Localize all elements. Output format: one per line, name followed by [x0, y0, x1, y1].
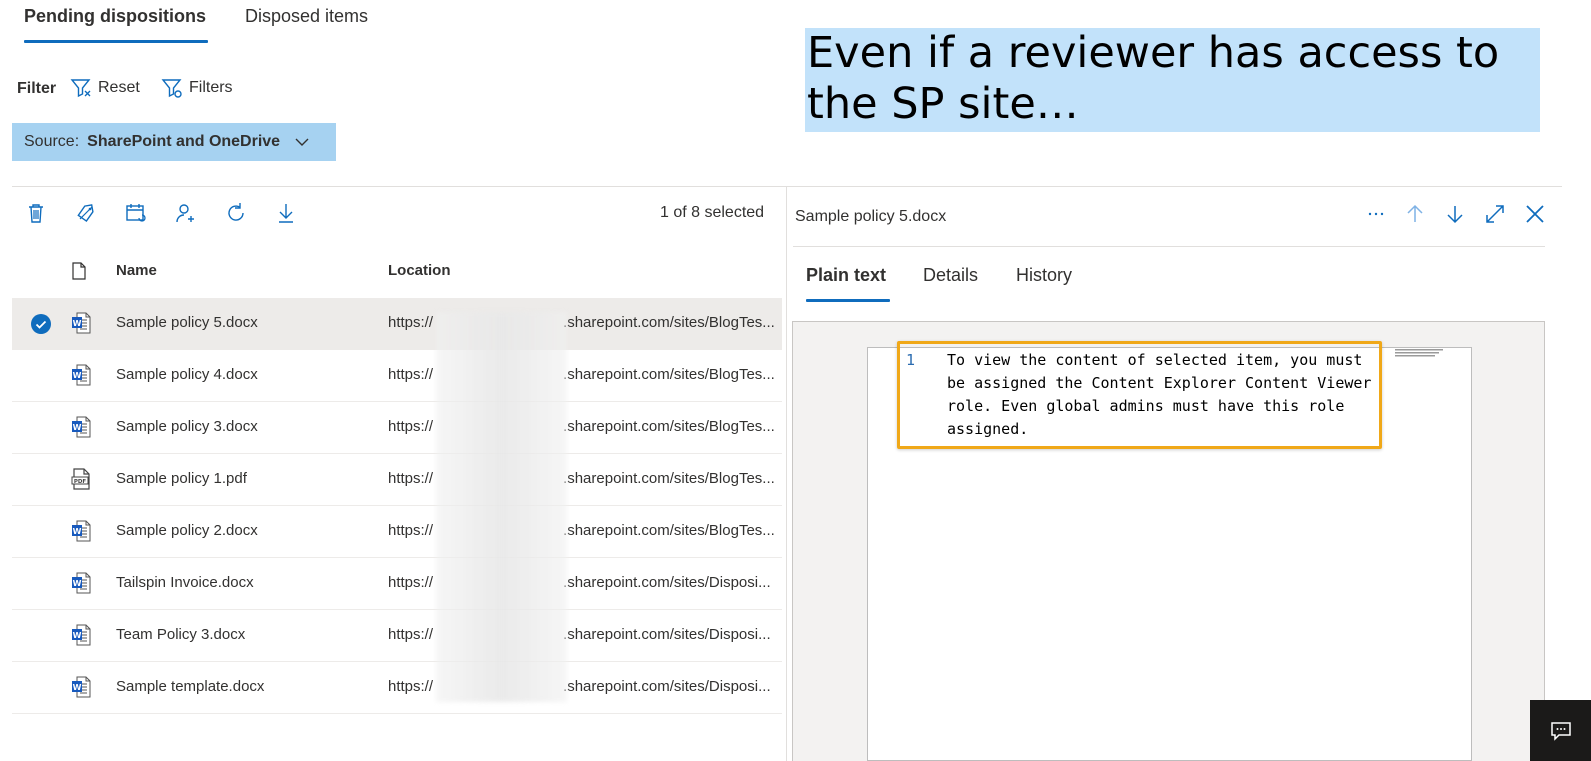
tab-history[interactable]: History [1016, 265, 1072, 286]
location-suffix: .sharepoint.com/sites/BlogTes... [563, 314, 775, 331]
location-prefix: https:// [388, 626, 434, 643]
more-options-icon[interactable] [1364, 202, 1388, 226]
download-icon[interactable] [274, 201, 298, 225]
svg-text:W: W [73, 319, 82, 328]
row-file-name: Tailspin Invoice.docx [116, 574, 254, 591]
detail-pane-title: Sample policy 5.docx [795, 208, 947, 225]
location-suffix: .sharepoint.com/sites/BlogTes... [563, 366, 775, 383]
minimap-thumbnail [1395, 348, 1445, 358]
add-reviewer-icon[interactable] [174, 201, 198, 225]
source-filter-dropdown[interactable]: Source: SharePoint and OneDrive [12, 123, 336, 161]
svg-text:W: W [73, 579, 82, 588]
highlight-box [897, 341, 1382, 449]
column-header-name[interactable]: Name [116, 262, 157, 279]
table-row[interactable]: W Sample policy 5.docx https:// .sharepoint… [12, 298, 782, 350]
word-file-icon: W [71, 572, 91, 594]
chevron-down-icon [294, 136, 310, 148]
row-file-name: Sample policy 3.docx [116, 418, 258, 435]
tab-disposed-items[interactable]: Disposed items [245, 6, 368, 27]
word-file-icon: W [71, 312, 91, 334]
row-file-name: Sample policy 1.pdf [116, 470, 247, 487]
word-file-icon: W [71, 624, 91, 646]
source-value: SharePoint and OneDrive [87, 133, 281, 150]
location-prefix: https:// [388, 418, 434, 435]
active-tab-indicator [24, 40, 208, 43]
tag-icon[interactable] [74, 201, 98, 225]
selected-check-icon[interactable] [31, 314, 51, 334]
reset-label: Reset [98, 79, 140, 96]
close-icon[interactable] [1523, 202, 1547, 226]
filters-button[interactable]: Filters [161, 77, 233, 99]
row-file-name: Sample policy 4.docx [116, 366, 258, 383]
source-label: Source: [24, 133, 80, 150]
location-suffix: .sharepoint.com/sites/Disposi... [563, 626, 771, 643]
column-header-location[interactable]: Location [388, 262, 451, 279]
arrow-down-icon[interactable] [1443, 202, 1467, 226]
location-suffix: .sharepoint.com/sites/Disposi... [563, 574, 771, 591]
svg-text:PDF: PDF [74, 479, 87, 485]
location-suffix: .sharepoint.com/sites/BlogTes... [563, 418, 775, 435]
word-file-icon: W [71, 676, 91, 698]
svg-text:W: W [73, 683, 82, 692]
expand-icon[interactable] [1483, 202, 1507, 226]
location-prefix: https:// [388, 366, 434, 383]
table-row[interactable]: W Sample policy 3.docx https:// .sharepoint… [12, 402, 782, 454]
arrow-up-icon[interactable] [1403, 202, 1427, 226]
table-row[interactable]: W Tailspin Invoice.docx https:// .sharepoin… [12, 558, 782, 610]
location-prefix: https:// [388, 522, 434, 539]
pdf-file-icon: PDF [71, 468, 91, 490]
callout-annotation: Even if a reviewer has access to the SP … [805, 28, 1540, 132]
word-file-icon: W [71, 520, 91, 542]
location-suffix: .sharepoint.com/sites/BlogTes... [563, 470, 775, 487]
redacted-url-blur [436, 312, 567, 702]
location-prefix: https:// [388, 470, 434, 487]
refresh-icon[interactable] [224, 201, 248, 225]
table-row[interactable]: W Team Policy 3.docx https:// .sharepoint.c… [12, 610, 782, 662]
active-pane-tab-indicator [806, 299, 890, 302]
row-file-name: Sample policy 5.docx [116, 314, 258, 331]
tab-details[interactable]: Details [923, 265, 978, 286]
location-prefix: https:// [388, 314, 434, 331]
reset-button[interactable]: Reset [70, 77, 140, 99]
word-file-icon: W [71, 364, 91, 386]
pane-divider [786, 186, 787, 761]
extend-icon[interactable] [124, 201, 148, 225]
toolbar-divider [12, 186, 1562, 187]
row-file-name: Sample template.docx [116, 678, 265, 695]
chat-icon [1550, 721, 1572, 741]
pane-header-divider [793, 246, 1545, 247]
delete-icon[interactable] [24, 201, 48, 225]
table-row[interactable]: W Sample policy 4.docx https:// .sharepoint… [12, 350, 782, 402]
tab-pending-dispositions[interactable]: Pending dispositions [24, 6, 206, 27]
table-row[interactable]: PDF Sample policy 1.pdf https:// .sharepoin… [12, 454, 782, 506]
svg-text:W: W [73, 423, 82, 432]
table-row[interactable]: W Sample template.docx https:// .sharepoint… [12, 662, 782, 714]
filters-label: Filters [189, 79, 233, 96]
tab-plain-text[interactable]: Plain text [806, 265, 886, 286]
selection-count: 1 of 8 selected [660, 204, 765, 221]
table-row[interactable]: W Sample policy 2.docx https:// .sharepoint… [12, 506, 782, 558]
row-file-name: Sample policy 2.docx [116, 522, 258, 539]
feedback-chat-button[interactable] [1530, 700, 1591, 761]
location-suffix: .sharepoint.com/sites/BlogTes... [563, 522, 775, 539]
filter-reset-icon [70, 77, 92, 99]
svg-text:W: W [73, 371, 82, 380]
filter-settings-icon [161, 77, 183, 99]
row-file-name: Team Policy 3.docx [116, 626, 246, 643]
location-prefix: https:// [388, 678, 434, 695]
svg-text:W: W [73, 631, 82, 640]
location-prefix: https:// [388, 574, 434, 591]
file-type-header-icon [71, 262, 87, 280]
location-suffix: .sharepoint.com/sites/Disposi... [563, 678, 771, 695]
filter-label: Filter [17, 80, 57, 97]
svg-text:W: W [73, 527, 82, 536]
word-file-icon: W [71, 416, 91, 438]
